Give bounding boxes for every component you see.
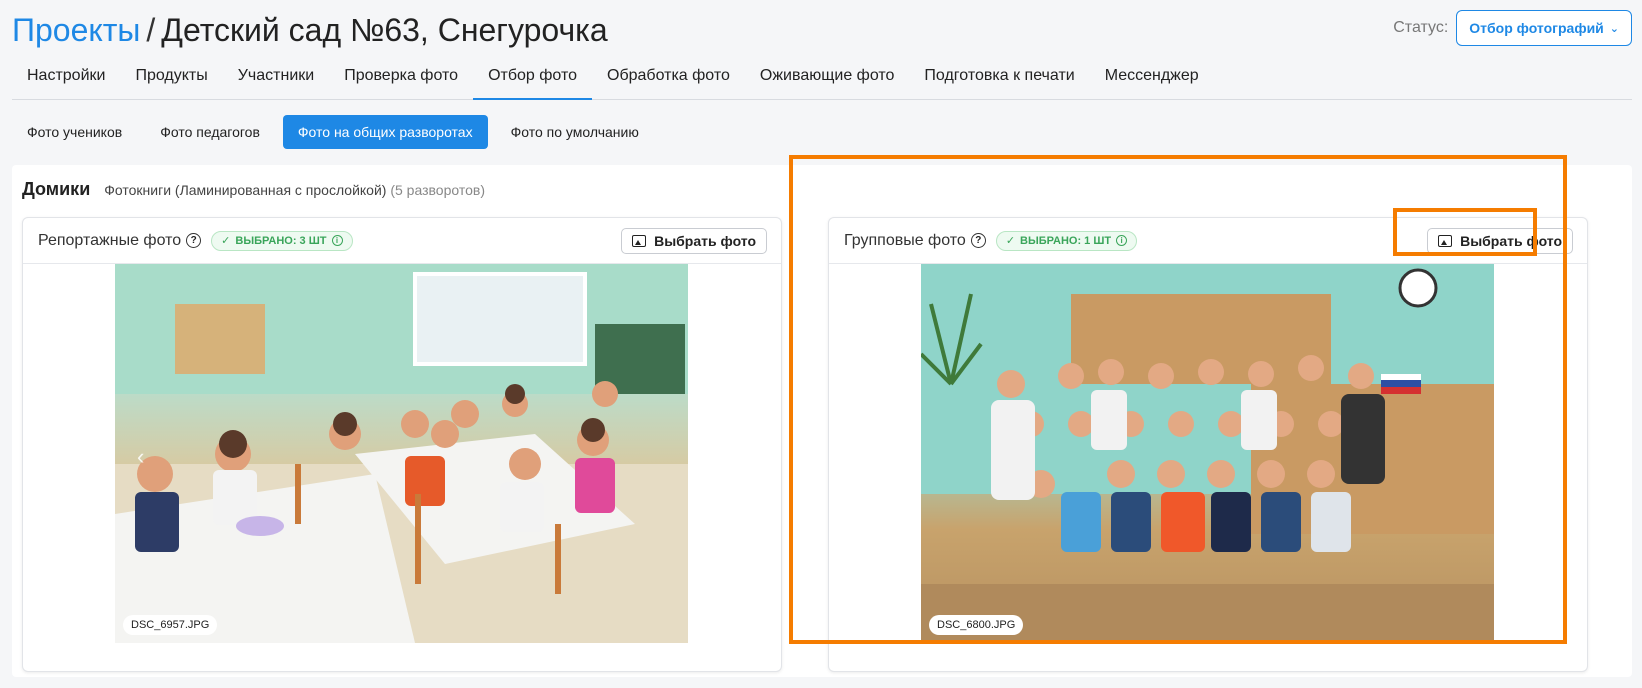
tab-participants[interactable]: Участники <box>223 58 329 100</box>
selected-count-badge: ✓ ВЫБРАНО: 1 ШТ i <box>995 230 1138 251</box>
info-icon[interactable]: i <box>331 235 343 246</box>
select-photo-button[interactable]: Выбрать фото <box>621 228 767 254</box>
reportage-photos-card: Репортажные фото ? ✓ ВЫБРАНО: 3 ШТ i Выб… <box>22 217 782 672</box>
check-icon: ✓ <box>1005 235 1016 247</box>
image-icon <box>1438 235 1453 247</box>
subtab-common-spreads[interactable]: Фото на общих разворотах <box>282 115 488 149</box>
project-title: Детский сад №63, Снегурочка <box>161 12 608 48</box>
select-photo-button[interactable]: Выбрать фото <box>1427 228 1573 254</box>
product-name: Фотокниги (Ламинированная с прослойкой) <box>104 182 387 198</box>
info-icon[interactable]: i <box>1116 235 1128 246</box>
sub-tabs: Фото учеников Фото педагогов Фото на общ… <box>12 115 654 149</box>
page-header: Проекты / Детский сад №63, Снегурочка Стат… <box>12 6 1632 54</box>
help-icon[interactable]: ? <box>186 233 202 248</box>
selected-count-text: ВЫБРАНО: 1 ШТ <box>1020 234 1112 247</box>
content-panel: Домики Фотокниги (Ламинированная с просл… <box>12 165 1632 677</box>
tab-photo-check[interactable]: Проверка фото <box>329 58 473 100</box>
section-title: Домики <box>22 179 91 199</box>
chevron-down-icon: ⌄ <box>1609 22 1619 35</box>
check-icon: ✓ <box>221 235 231 247</box>
card-header: Групповые фото ? ✓ ВЫБРАНО: 1 ШТ i Выбра… <box>829 218 1587 264</box>
select-photo-label: Выбрать фото <box>1460 233 1562 249</box>
status-value: Отбор фотографий <box>1469 20 1604 36</box>
subtab-student-photos[interactable]: Фото учеников <box>12 115 137 149</box>
card-title: Групповые фото <box>844 231 966 249</box>
filename-label: DSC_6957.JPG <box>123 615 218 635</box>
help-icon[interactable]: ? <box>970 233 986 248</box>
image-icon <box>632 235 647 247</box>
selected-count-badge: ✓ ВЫБРАНО: 3 ШТ i <box>211 230 353 251</box>
photo-preview[interactable]: ‹ DSC_6957.JPG <box>115 264 688 643</box>
subtab-default-photos[interactable]: Фото по умолчанию <box>496 115 654 149</box>
spread-count: (5 разворотов) <box>390 182 485 198</box>
group-photos-card: Групповые фото ? ✓ ВЫБРАНО: 1 ШТ i Выбра… <box>828 217 1588 672</box>
card-title: Репортажные фото <box>38 231 182 249</box>
filename-label: DSC_6800.JPG <box>929 615 1024 635</box>
section-header: Домики Фотокниги (Ламинированная с просл… <box>22 179 485 200</box>
breadcrumb-projects-link[interactable]: Проекты <box>12 12 140 48</box>
main-tabs: Настройки Продукты Участники Проверка фо… <box>12 58 1632 100</box>
tab-messenger[interactable]: Мессенджер <box>1090 58 1214 100</box>
photo-preview[interactable]: DSC_6800.JPG <box>921 264 1494 643</box>
tab-photo-selection[interactable]: Отбор фото <box>473 58 592 100</box>
page-title: Проекты / Детский сад №63, Снегурочка <box>12 10 608 50</box>
status-label: Статус: <box>1393 19 1449 36</box>
tab-living-photos[interactable]: Оживающие фото <box>745 58 910 100</box>
status-control: Статус: Отбор фотографий ⌄ <box>1393 10 1632 46</box>
tab-products[interactable]: Продукты <box>120 58 222 100</box>
status-dropdown[interactable]: Отбор фотографий ⌄ <box>1456 10 1632 46</box>
chevron-left-icon[interactable]: ‹ <box>137 444 144 470</box>
photo-illustration <box>115 264 688 643</box>
subtab-teacher-photos[interactable]: Фото педагогов <box>145 115 275 149</box>
select-photo-label: Выбрать фото <box>654 233 756 249</box>
tab-print-prep[interactable]: Подготовка к печати <box>909 58 1089 100</box>
selected-count-text: ВЫБРАНО: 3 ШТ <box>235 234 327 247</box>
section-subtitle: Фотокниги (Ламинированная с прослойкой) … <box>104 182 485 198</box>
tab-settings[interactable]: Настройки <box>12 58 120 100</box>
breadcrumb-separator: / <box>146 12 156 48</box>
tab-photo-processing[interactable]: Обработка фото <box>592 58 745 100</box>
card-header: Репортажные фото ? ✓ ВЫБРАНО: 3 ШТ i Выб… <box>23 218 781 264</box>
photo-illustration <box>921 264 1494 643</box>
